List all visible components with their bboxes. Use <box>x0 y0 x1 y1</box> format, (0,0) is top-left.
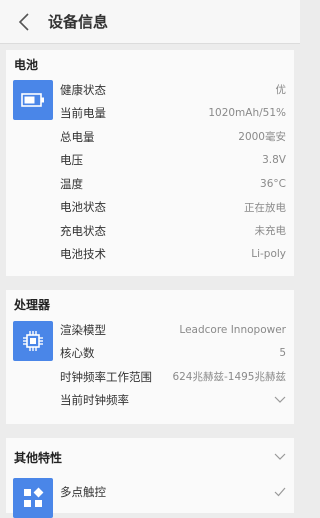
top-bar: 设备信息 <box>0 0 300 44</box>
back-arrow-icon <box>18 12 29 31</box>
other-features-rows: 多点触控 <box>60 476 286 508</box>
other-features-tile <box>13 478 53 518</box>
battery-section-title: 电池 <box>14 57 39 72</box>
battery-icon <box>21 93 44 107</box>
battery-row-total-capacity: 总电量 2000毫安 <box>60 129 286 144</box>
processor-section-title: 处理器 <box>14 297 51 312</box>
battery-row-current-charge: 当前电量 1020mAh/51% <box>60 106 286 121</box>
processor-row-current-clock[interactable]: 当前时钟频率 <box>60 389 286 413</box>
processor-card: 处理器 渲染模型 Leadcore Innopower 核心数 5 时钟频率工作… <box>6 290 294 424</box>
processor-row-cores: 核心数 5 <box>60 346 286 361</box>
battery-row-charging: 充电状态 未充电 <box>60 223 286 238</box>
battery-card: 电池 健康状态 优 当前电量 1020mAh/51% 总电量 2000毫安 电压… <box>6 50 294 276</box>
other-features-title: 其他特性 <box>14 450 63 465</box>
battery-rows: 健康状态 优 当前电量 1020mAh/51% 总电量 2000毫安 电压 3.… <box>60 78 286 266</box>
processor-tile <box>13 321 53 361</box>
battery-row-technology: 电池技术 Li-poly <box>60 247 286 262</box>
processor-section-header: 处理器 <box>6 290 294 318</box>
battery-section-header: 电池 <box>6 50 294 78</box>
battery-row-temperature: 温度 36°C <box>60 176 286 191</box>
processor-rows: 渲染模型 Leadcore Innopower 核心数 5 时钟频率工作范围 6… <box>60 318 286 412</box>
apps-grid-icon <box>24 487 44 507</box>
processor-row-clock-range: 时钟频率工作范围 624兆赫兹-1495兆赫兹 <box>60 369 286 384</box>
other-features-header[interactable]: 其他特性 <box>6 438 294 476</box>
page-title: 设备信息 <box>48 13 109 31</box>
processor-row-render-model: 渲染模型 Leadcore Innopower <box>60 322 286 337</box>
other-row-multitouch: 多点触控 <box>60 476 286 508</box>
chevron-down-icon <box>274 396 286 404</box>
other-features-card: 其他特性 多点触控 <box>6 438 294 518</box>
back-button[interactable] <box>0 0 48 44</box>
chevron-down-icon <box>274 453 286 460</box>
check-icon <box>274 487 286 497</box>
battery-row-voltage: 电压 3.8V <box>60 153 286 168</box>
cpu-chip-icon <box>23 331 43 351</box>
battery-row-status: 电池状态 正在放电 <box>60 200 286 215</box>
battery-row-health: 健康状态 优 <box>60 82 286 97</box>
battery-tile <box>13 80 53 120</box>
